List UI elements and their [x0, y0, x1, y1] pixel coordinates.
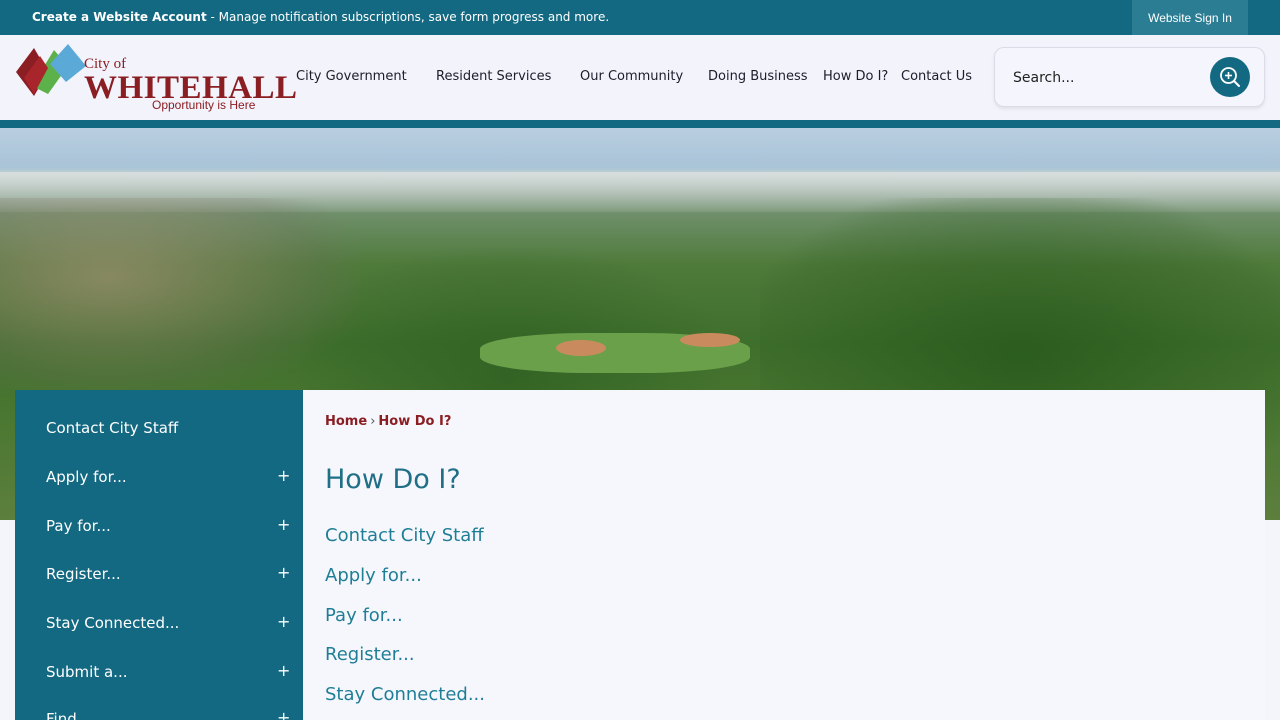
link-contact-city-staff[interactable]: Contact City Staff	[325, 525, 484, 546]
sidebar-expand-apply-for[interactable]: +	[277, 466, 290, 485]
nav-city-government[interactable]: City Government	[296, 69, 407, 84]
logo-tagline: Opportunity is Here	[152, 98, 256, 112]
link-stay-connected[interactable]: Stay Connected...	[325, 684, 485, 705]
nav-contact-us[interactable]: Contact Us	[901, 69, 972, 84]
link-register[interactable]: Register...	[325, 644, 415, 665]
sidebar-expand-register[interactable]: +	[277, 563, 290, 582]
search-input[interactable]	[1013, 66, 1193, 90]
breadcrumb-home[interactable]: Home	[325, 414, 367, 429]
search-plus-icon	[1220, 67, 1240, 87]
breadcrumb-separator: ›	[370, 414, 376, 429]
whitehall-ribbon-logo-icon	[16, 44, 86, 96]
hero-infield-right	[680, 333, 740, 347]
header-divider	[0, 120, 1280, 128]
website-sign-in-button[interactable]: Website Sign In	[1132, 0, 1248, 35]
sidebar-expand-submit-a[interactable]: +	[277, 661, 290, 680]
create-account-link[interactable]: Create a Website Account	[32, 10, 207, 24]
breadcrumb-current[interactable]: How Do I?	[378, 414, 451, 429]
sidebar-item-register[interactable]: Register...	[46, 565, 121, 583]
sidebar-item-pay-for[interactable]: Pay for...	[46, 517, 111, 535]
search-button[interactable]	[1210, 57, 1250, 97]
create-account-description: - Manage notification subscriptions, sav…	[206, 10, 610, 24]
nav-resident-services[interactable]: Resident Services	[436, 69, 551, 84]
create-account-message[interactable]: Create a Website Account - Manage notifi…	[32, 10, 609, 24]
link-pay-for[interactable]: Pay for...	[325, 605, 403, 626]
page-title: How Do I?	[325, 464, 461, 495]
top-bar: Create a Website Account - Manage notifi…	[0, 0, 1280, 35]
sidebar-item-contact-city-staff[interactable]: Contact City Staff	[46, 419, 178, 437]
nav-doing-business[interactable]: Doing Business	[708, 69, 808, 84]
sidebar-expand-find[interactable]: +	[277, 708, 290, 720]
how-do-i-sidebar: Contact City Staff Apply for... + Pay fo…	[15, 390, 303, 720]
city-logo[interactable]: City of WHITEHALL Opportunity is Here	[14, 42, 297, 116]
sidebar-item-stay-connected[interactable]: Stay Connected...	[46, 614, 179, 632]
link-apply-for[interactable]: Apply for...	[325, 565, 422, 586]
nav-how-do-i[interactable]: How Do I?	[823, 69, 888, 84]
nav-our-community[interactable]: Our Community	[580, 69, 683, 84]
sidebar-expand-pay-for[interactable]: +	[277, 515, 290, 534]
sidebar-expand-stay-connected[interactable]: +	[277, 612, 290, 631]
main-content: Home › How Do I? How Do I? Contact City St…	[303, 390, 1265, 720]
hero-infield-left	[556, 340, 606, 356]
breadcrumb: Home › How Do I?	[325, 414, 451, 429]
sidebar-item-submit-a[interactable]: Submit a...	[46, 663, 127, 681]
sidebar-item-apply-for[interactable]: Apply for...	[46, 468, 127, 486]
search-box	[994, 47, 1265, 107]
sidebar-item-find[interactable]: Find...	[46, 710, 91, 720]
